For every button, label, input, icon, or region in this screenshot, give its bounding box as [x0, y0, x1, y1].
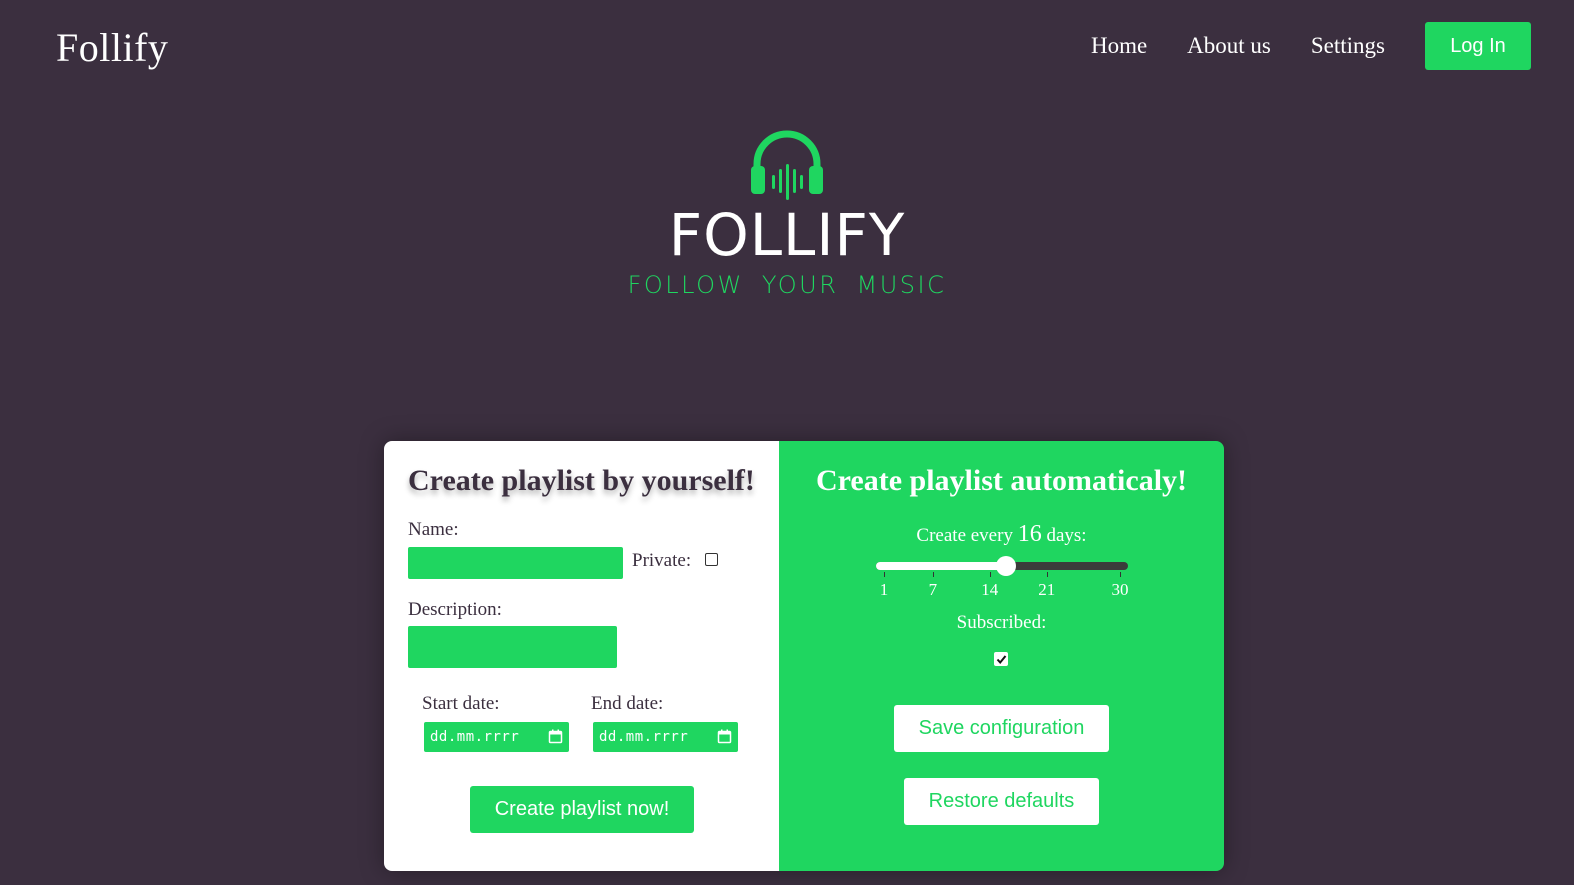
top-nav: Home About us Settings Log In [1091, 22, 1531, 70]
subscribed-label: Subscribed: [956, 612, 1047, 633]
end-date-placeholder: dd.mm.rrrr [599, 729, 689, 745]
calendar-icon[interactable] [717, 729, 732, 744]
nav-link-home[interactable]: Home [1091, 33, 1147, 59]
end-date-label: End date: [591, 693, 664, 714]
subscribed-checkbox[interactable] [994, 652, 1008, 666]
calendar-icon[interactable] [548, 729, 563, 744]
frequency-value: 16 [1017, 521, 1042, 547]
slider-tick [989, 572, 991, 577]
frequency-slider[interactable] [876, 556, 1128, 576]
manual-heading: Create playlist by yourself! [408, 464, 755, 497]
slider-ticks: 1 7 14 21 30 [876, 572, 1129, 602]
slider-tick [1120, 572, 1121, 577]
slider-tick [884, 572, 885, 577]
slider-tick-label: 30 [1111, 580, 1129, 599]
nav-link-about-us[interactable]: About us [1187, 33, 1271, 59]
frequency-label: Create every 16 days: [779, 521, 1224, 548]
slider-tick-label: 14 [981, 580, 999, 599]
frequency-prefix: Create every [916, 525, 1013, 546]
slider-fill [876, 562, 1007, 570]
manual-playlist-panel: Create playlist by yourself! Name: Priva… [384, 441, 779, 871]
checkmark-icon [996, 654, 1006, 664]
description-label: Description: [408, 599, 502, 620]
slider-tick-label: 7 [928, 580, 938, 599]
private-checkbox[interactable] [705, 553, 718, 566]
start-date-placeholder: dd.mm.rrrr [430, 729, 520, 745]
name-input[interactable] [408, 547, 623, 579]
slider-tick-label: 1 [879, 580, 889, 599]
start-date-label: Start date: [422, 693, 500, 714]
save-configuration-button[interactable]: Save configuration [894, 705, 1109, 752]
login-button[interactable]: Log In [1425, 22, 1531, 70]
nav-link-settings[interactable]: Settings [1311, 33, 1385, 59]
private-label: Private: [632, 550, 692, 571]
brand-logo-text[interactable]: Follify [56, 24, 168, 71]
description-input[interactable] [408, 626, 617, 668]
auto-playlist-panel: Create playlist automaticaly! Create eve… [779, 441, 1224, 871]
frequency-suffix: days: [1046, 525, 1087, 546]
hero-subtitle: FOLLOW YOUR MUSIC [627, 271, 947, 299]
headphones-icon [751, 130, 823, 200]
start-date-input[interactable]: dd.mm.rrrr [424, 722, 569, 752]
playlist-card: Create playlist by yourself! Name: Priva… [384, 441, 1224, 871]
slider-tick-label: 21 [1038, 580, 1056, 599]
hero-logo: FOLLIFY FOLLOW YOUR MUSIC [0, 128, 1574, 300]
slider-tick [932, 572, 934, 577]
auto-heading: Create playlist automaticaly! [815, 464, 1188, 497]
hero-title: FOLLIFY [668, 201, 906, 269]
slider-tick [1046, 572, 1048, 577]
name-label: Name: [408, 519, 459, 540]
create-playlist-button[interactable]: Create playlist now! [470, 786, 694, 833]
restore-defaults-button[interactable]: Restore defaults [904, 778, 1099, 825]
end-date-input[interactable]: dd.mm.rrrr [593, 722, 738, 752]
